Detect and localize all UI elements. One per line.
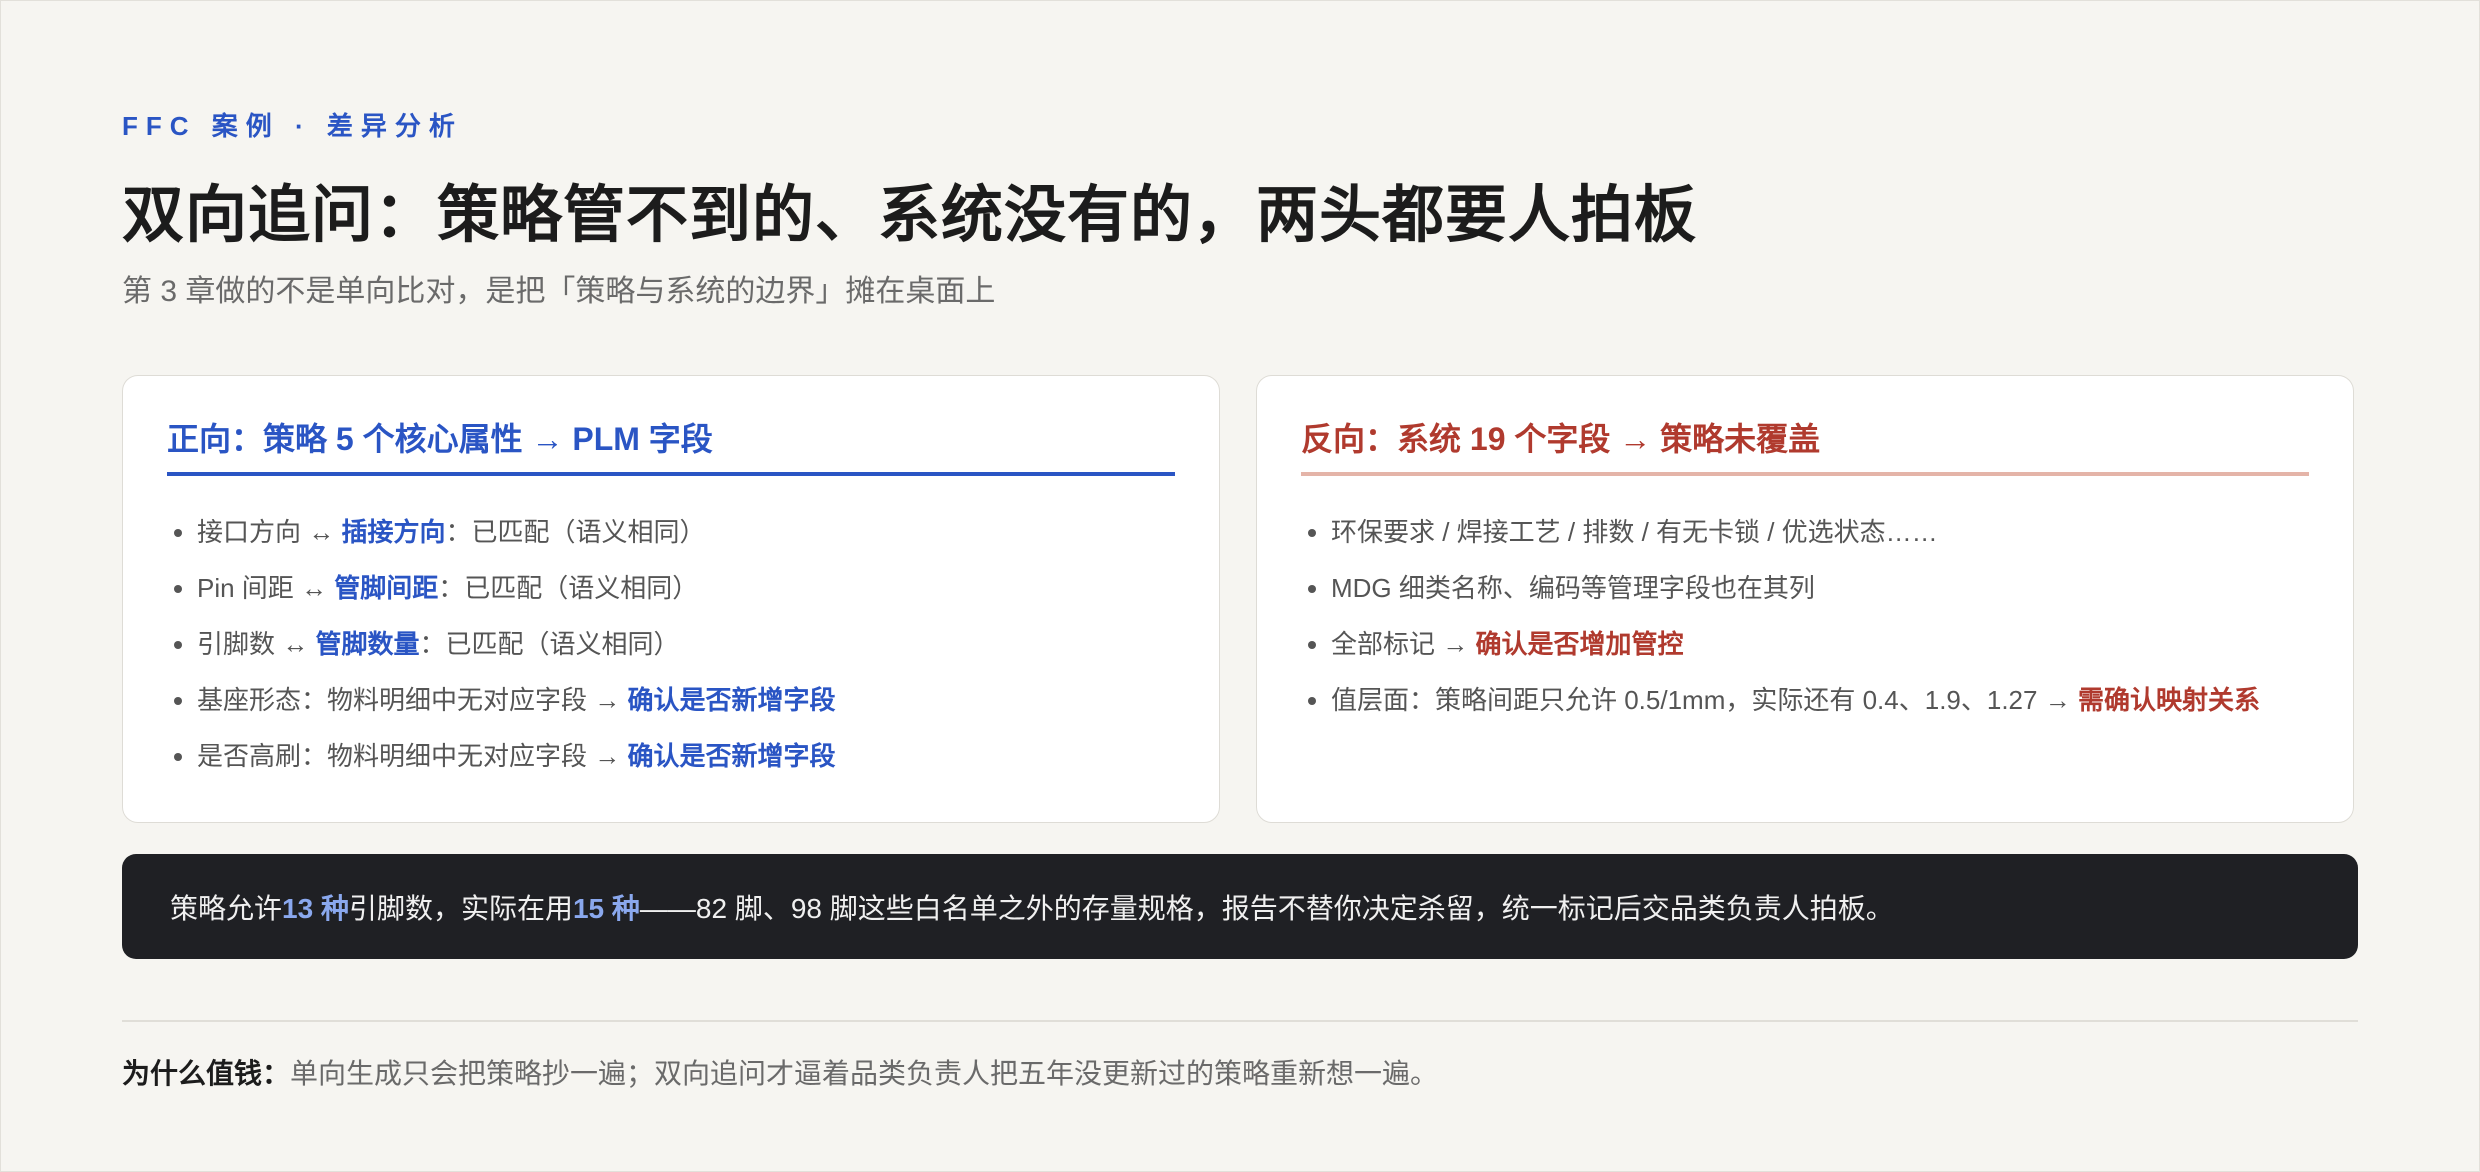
item-highlight: 插接方向 [341, 517, 446, 547]
callout-banner: 策略允许 13 种引脚数，实际在用 15 种 ——82 脚、98 脚这些白名单之外… [122, 854, 2358, 959]
callout-text: ——82 脚、98 脚这些白名单之外的存量规格，报告不替你决定杀留，统一标记后交… [639, 892, 1894, 924]
item-suffix: ：已匹配（语义相同） [445, 517, 706, 547]
divider [122, 1020, 2358, 1022]
reverse-card-title: 反向：系统 19 个字段 → 策略未覆盖 [1301, 414, 2309, 476]
item-suffix: ：已匹配（语义相同） [438, 573, 699, 603]
reverse-list: 环保要求 / 焊接工艺 / 排数 / 有无卡锁 / 优选状态…… MDG 细类名… [1301, 504, 2323, 728]
item-text: 值层面：策略间距只允许 0.5/1mm，实际还有 0.4、1.9、1.27 → [1331, 685, 2078, 715]
callout-text: 策略允许 [170, 892, 283, 924]
item-highlight: 确认是否新增字段 [627, 741, 836, 771]
footer-lead: 为什么值钱： [122, 1058, 291, 1089]
list-item: 是否高刷：物料明细中无对应字段 → 确认是否新增字段 [197, 728, 1189, 784]
item-text: Pin 间距 ↔ [197, 573, 335, 603]
forward-card-title: 正向：策略 5 个核心属性 → PLM 字段 [167, 414, 1175, 476]
list-item: 值层面：策略间距只允许 0.5/1mm，实际还有 0.4、1.9、1.27 → … [1331, 672, 2323, 728]
item-text: MDG 细类名称、编码等管理字段也在其列 [1331, 573, 1815, 603]
list-item: 环保要求 / 焊接工艺 / 排数 / 有无卡锁 / 优选状态…… [1331, 504, 2323, 560]
list-item: Pin 间距 ↔ 管脚间距：已匹配（语义相同） [197, 560, 1189, 616]
item-text: 全部标记 → [1331, 629, 1476, 659]
callout-text: 引脚数，实际在用 [348, 892, 573, 924]
item-text: 环保要求 / 焊接工艺 / 排数 / 有无卡锁 / 优选状态…… [1331, 517, 1938, 547]
callout-number: 13 种 [282, 892, 349, 924]
reverse-card: 反向：系统 19 个字段 → 策略未覆盖 环保要求 / 焊接工艺 / 排数 / … [1256, 375, 2354, 823]
item-suffix: ：已匹配（语义相同） [419, 629, 680, 659]
list-item: 引脚数 ↔ 管脚数量：已匹配（语义相同） [197, 616, 1189, 672]
page-title: 双向追问：策略管不到的、系统没有的，两头都要人拍板 [122, 181, 1698, 250]
item-text: 引脚数 ↔ [197, 629, 316, 659]
footer-note: 为什么值钱：单向生成只会把策略抄一遍；双向追问才逼着品类负责人把五年没更新过的策… [122, 1052, 1438, 1092]
eyebrow-label: FFC 案例 · 差异分析 [122, 111, 463, 141]
item-highlight: 确认是否新增字段 [627, 685, 836, 715]
page-subtitle: 第 3 章做的不是单向比对，是把「策略与系统的边界」摊在桌面上 [122, 275, 996, 308]
callout-number: 15 种 [572, 892, 640, 924]
item-text: 基座形态：物料明细中无对应字段 → [197, 685, 628, 715]
item-highlight: 管脚间距 [334, 573, 439, 603]
list-item: 全部标记 → 确认是否增加管控 [1331, 616, 2323, 672]
item-text: 接口方向 ↔ [197, 517, 342, 547]
forward-list: 接口方向 ↔ 插接方向：已匹配（语义相同） Pin 间距 ↔ 管脚间距：已匹配（… [167, 504, 1189, 784]
list-item: 接口方向 ↔ 插接方向：已匹配（语义相同） [197, 504, 1189, 560]
forward-card: 正向：策略 5 个核心属性 → PLM 字段 接口方向 ↔ 插接方向：已匹配（语… [122, 375, 1220, 823]
item-highlight: 确认是否增加管控 [1475, 629, 1684, 659]
footer-text: 单向生成只会把策略抄一遍；双向追问才逼着品类负责人把五年没更新过的策略重新想一遍… [290, 1058, 1439, 1089]
item-highlight: 管脚数量 [315, 629, 420, 659]
item-highlight: 需确认映射关系 [2077, 685, 2260, 715]
list-item: 基座形态：物料明细中无对应字段 → 确认是否新增字段 [197, 672, 1189, 728]
item-text: 是否高刷：物料明细中无对应字段 → [197, 741, 628, 771]
list-item: MDG 细类名称、编码等管理字段也在其列 [1331, 560, 2323, 616]
